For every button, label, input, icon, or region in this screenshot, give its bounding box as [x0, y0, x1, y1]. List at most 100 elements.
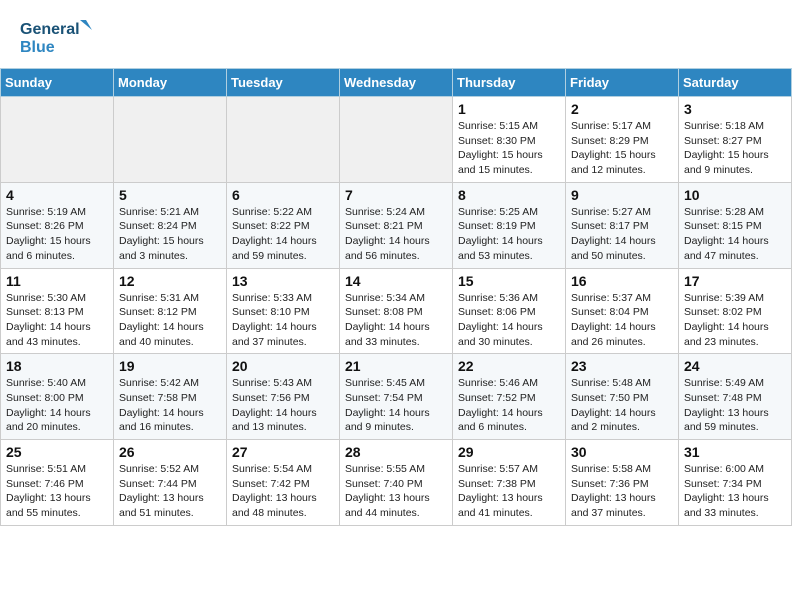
calendar-day-cell [114, 97, 227, 183]
calendar-day-cell: 28Sunrise: 5:55 AMSunset: 7:40 PMDayligh… [340, 440, 453, 526]
calendar-day-cell: 18 Sunrise: 5:40 AMSunset: 8:00 PMDayligh… [1, 354, 114, 440]
weekday-header: Sunday [1, 69, 114, 97]
day-number: 8 [458, 187, 560, 203]
day-info: Sunrise: 5:15 AMSunset: 8:30 PMDaylight:… [458, 119, 560, 178]
day-number: 24 [684, 358, 786, 374]
calendar-day-cell: 23 Sunrise: 5:48 AMSunset: 7:50 PMDayligh… [566, 354, 679, 440]
calendar-day-cell: 7 Sunrise: 5:24 AMSunset: 8:21 PMDaylight… [340, 182, 453, 268]
calendar-week-row: 4 Sunrise: 5:19 AMSunset: 8:26 PMDaylight… [1, 182, 792, 268]
day-info: Sunrise: 5:33 AMSunset: 8:10 PMDaylight:… [232, 291, 334, 350]
day-info: Sunrise: 5:22 AMSunset: 8:22 PMDaylight:… [232, 205, 334, 264]
day-info: Sunrise: 6:00 AMSunset: 7:34 PMDaylight:… [684, 462, 786, 521]
day-info: Sunrise: 5:21 AMSunset: 8:24 PMDaylight:… [119, 205, 221, 264]
day-info: Sunrise: 5:31 AMSunset: 8:12 PMDaylight:… [119, 291, 221, 350]
calendar-day-cell: 9 Sunrise: 5:27 AMSunset: 8:17 PMDaylight… [566, 182, 679, 268]
day-number: 27 [232, 444, 334, 460]
day-number: 26 [119, 444, 221, 460]
calendar-day-cell: 27 Sunrise: 5:54 AMSunset: 7:42 PMDayligh… [227, 440, 340, 526]
day-info: Sunrise: 5:48 AMSunset: 7:50 PMDaylight:… [571, 376, 673, 435]
calendar-day-cell: 21 Sunrise: 5:45 AMSunset: 7:54 PMDayligh… [340, 354, 453, 440]
calendar-day-cell: 6 Sunrise: 5:22 AMSunset: 8:22 PMDaylight… [227, 182, 340, 268]
calendar-day-cell: 5 Sunrise: 5:21 AMSunset: 8:24 PMDaylight… [114, 182, 227, 268]
day-number: 20 [232, 358, 334, 374]
day-number: 21 [345, 358, 447, 374]
day-number: 16 [571, 273, 673, 289]
day-info: Sunrise: 5:36 AMSunset: 8:06 PMDaylight:… [458, 291, 560, 350]
day-number: 22 [458, 358, 560, 374]
page-header: GeneralBlue [0, 0, 792, 68]
logo: GeneralBlue [20, 16, 100, 60]
day-info: Sunrise: 5:24 AMSunset: 8:21 PMDaylight:… [345, 205, 447, 264]
weekday-header: Friday [566, 69, 679, 97]
weekday-header: Saturday [679, 69, 792, 97]
day-info: Sunrise: 5:54 AMSunset: 7:42 PMDaylight:… [232, 462, 334, 521]
day-number: 10 [684, 187, 786, 203]
day-number: 2 [571, 101, 673, 117]
day-info: Sunrise: 5:43 AMSunset: 7:56 PMDaylight:… [232, 376, 334, 435]
calendar-day-cell: 1 Sunrise: 5:15 AMSunset: 8:30 PMDaylight… [453, 97, 566, 183]
calendar-day-cell: 20 Sunrise: 5:43 AMSunset: 7:56 PMDayligh… [227, 354, 340, 440]
day-number: 7 [345, 187, 447, 203]
calendar-day-cell: 26 Sunrise: 5:52 AMSunset: 7:44 PMDayligh… [114, 440, 227, 526]
day-number: 9 [571, 187, 673, 203]
calendar-week-row: 1 Sunrise: 5:15 AMSunset: 8:30 PMDaylight… [1, 97, 792, 183]
day-number: 1 [458, 101, 560, 117]
day-number: 28 [345, 444, 447, 460]
day-number: 12 [119, 273, 221, 289]
day-number: 3 [684, 101, 786, 117]
day-number: 23 [571, 358, 673, 374]
day-info: Sunrise: 5:51 AMSunset: 7:46 PMDaylight:… [6, 462, 108, 521]
day-info: Sunrise: 5:58 AMSunset: 7:36 PMDaylight:… [571, 462, 673, 521]
day-info: Sunrise: 5:28 AMSunset: 8:15 PMDaylight:… [684, 205, 786, 264]
calendar-day-cell: 19Sunrise: 5:42 AMSunset: 7:58 PMDayligh… [114, 354, 227, 440]
calendar-day-cell: 11Sunrise: 5:30 AMSunset: 8:13 PMDayligh… [1, 268, 114, 354]
calendar-day-cell: 14 Sunrise: 5:34 AMSunset: 8:08 PMDayligh… [340, 268, 453, 354]
calendar-day-cell: 8Sunrise: 5:25 AMSunset: 8:19 PMDaylight… [453, 182, 566, 268]
calendar-week-row: 11Sunrise: 5:30 AMSunset: 8:13 PMDayligh… [1, 268, 792, 354]
day-info: Sunrise: 5:19 AMSunset: 8:26 PMDaylight:… [6, 205, 108, 264]
day-number: 17 [684, 273, 786, 289]
day-number: 5 [119, 187, 221, 203]
day-info: Sunrise: 5:18 AMSunset: 8:27 PMDaylight:… [684, 119, 786, 178]
calendar-week-row: 18 Sunrise: 5:40 AMSunset: 8:00 PMDayligh… [1, 354, 792, 440]
day-info: Sunrise: 5:34 AMSunset: 8:08 PMDaylight:… [345, 291, 447, 350]
day-info: Sunrise: 5:17 AMSunset: 8:29 PMDaylight:… [571, 119, 673, 178]
calendar-day-cell: 2 Sunrise: 5:17 AMSunset: 8:29 PMDaylight… [566, 97, 679, 183]
day-number: 31 [684, 444, 786, 460]
day-info: Sunrise: 5:45 AMSunset: 7:54 PMDaylight:… [345, 376, 447, 435]
calendar-table: SundayMondayTuesdayWednesdayThursdayFrid… [0, 68, 792, 526]
calendar-day-cell [340, 97, 453, 183]
day-number: 14 [345, 273, 447, 289]
weekday-header: Thursday [453, 69, 566, 97]
weekday-header: Tuesday [227, 69, 340, 97]
day-info: Sunrise: 5:52 AMSunset: 7:44 PMDaylight:… [119, 462, 221, 521]
calendar-day-cell: 31 Sunrise: 6:00 AMSunset: 7:34 PMDayligh… [679, 440, 792, 526]
day-number: 18 [6, 358, 108, 374]
day-info: Sunrise: 5:49 AMSunset: 7:48 PMDaylight:… [684, 376, 786, 435]
day-info: Sunrise: 5:42 AMSunset: 7:58 PMDaylight:… [119, 376, 221, 435]
calendar-day-cell: 30 Sunrise: 5:58 AMSunset: 7:36 PMDayligh… [566, 440, 679, 526]
calendar-day-cell: 13Sunrise: 5:33 AMSunset: 8:10 PMDayligh… [227, 268, 340, 354]
day-info: Sunrise: 5:40 AMSunset: 8:00 PMDaylight:… [6, 376, 108, 435]
day-number: 15 [458, 273, 560, 289]
day-number: 30 [571, 444, 673, 460]
calendar-week-row: 25 Sunrise: 5:51 AMSunset: 7:46 PMDayligh… [1, 440, 792, 526]
calendar-day-cell: 22 Sunrise: 5:46 AMSunset: 7:52 PMDayligh… [453, 354, 566, 440]
calendar-day-cell: 17 Sunrise: 5:39 AMSunset: 8:02 PMDayligh… [679, 268, 792, 354]
day-number: 4 [6, 187, 108, 203]
weekday-header: Wednesday [340, 69, 453, 97]
day-number: 11 [6, 273, 108, 289]
day-number: 25 [6, 444, 108, 460]
calendar-day-cell: 15 Sunrise: 5:36 AMSunset: 8:06 PMDayligh… [453, 268, 566, 354]
calendar-day-cell: 3 Sunrise: 5:18 AMSunset: 8:27 PMDaylight… [679, 97, 792, 183]
calendar-day-cell: 29Sunrise: 5:57 AMSunset: 7:38 PMDayligh… [453, 440, 566, 526]
day-info: Sunrise: 5:27 AMSunset: 8:17 PMDaylight:… [571, 205, 673, 264]
day-info: Sunrise: 5:57 AMSunset: 7:38 PMDaylight:… [458, 462, 560, 521]
calendar-day-cell: 10 Sunrise: 5:28 AMSunset: 8:15 PMDayligh… [679, 182, 792, 268]
day-number: 6 [232, 187, 334, 203]
calendar-day-cell: 12 Sunrise: 5:31 AMSunset: 8:12 PMDayligh… [114, 268, 227, 354]
day-info: Sunrise: 5:46 AMSunset: 7:52 PMDaylight:… [458, 376, 560, 435]
logo-icon: GeneralBlue [20, 16, 100, 60]
day-info: Sunrise: 5:39 AMSunset: 8:02 PMDaylight:… [684, 291, 786, 350]
weekday-header: Monday [114, 69, 227, 97]
